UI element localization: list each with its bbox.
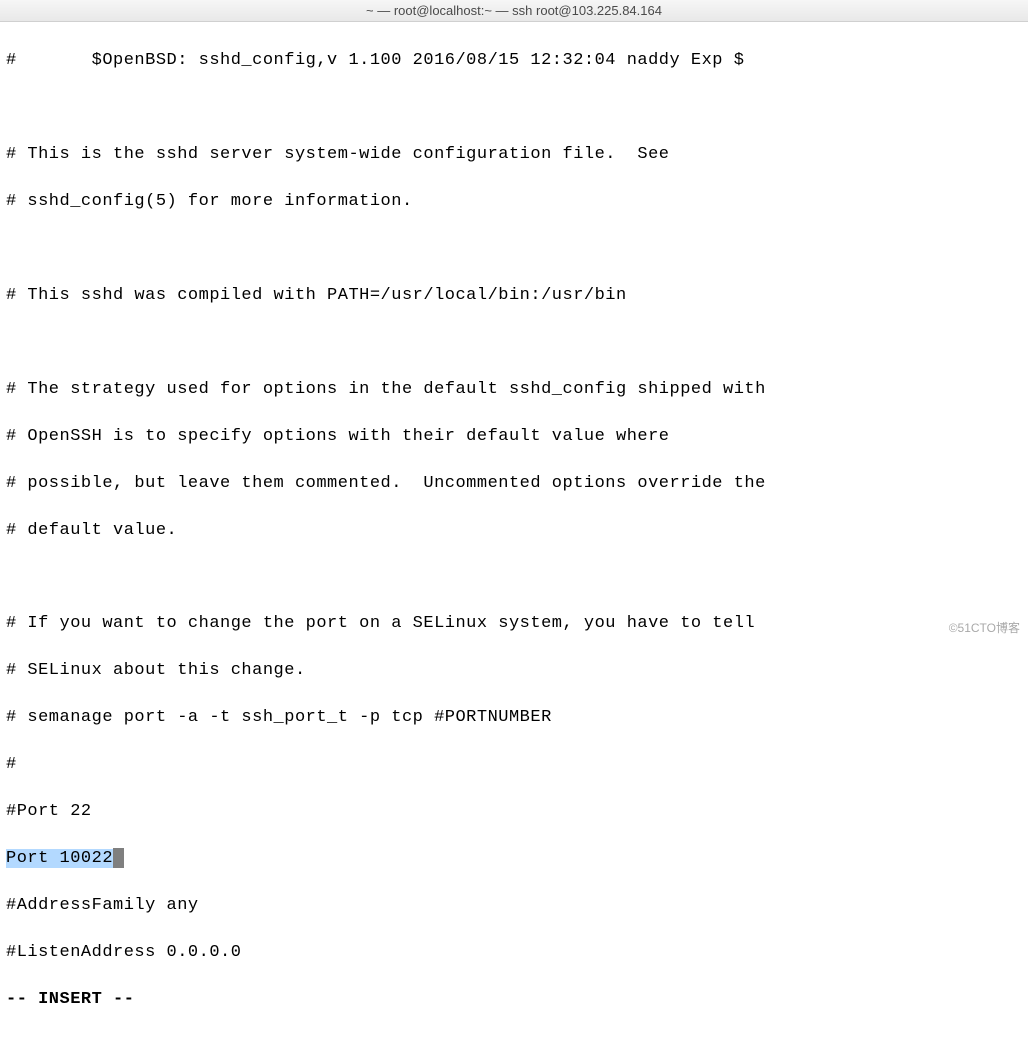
config-line-edited: Port 10022 — [6, 847, 1022, 870]
watermark: ©51CTO博客 — [949, 619, 1020, 636]
vim-mode-status: -- INSERT -- — [6, 988, 1022, 1011]
config-line: # SELinux about this change. — [6, 659, 1022, 682]
config-line: #ListenAddress 0.0.0.0 — [6, 941, 1022, 964]
config-line: # OpenSSH is to specify options with the… — [6, 425, 1022, 448]
config-line — [6, 331, 1022, 354]
terminal-viewport[interactable]: # $OpenBSD: sshd_config,v 1.100 2016/08/… — [0, 22, 1028, 1038]
config-line — [6, 237, 1022, 260]
window-title: ~ — root@localhost:~ — ssh root@103.225.… — [366, 3, 662, 18]
text-cursor — [113, 848, 124, 868]
config-line — [6, 96, 1022, 119]
config-line: # — [6, 753, 1022, 776]
config-line: # If you want to change the port on a SE… — [6, 612, 1022, 635]
config-line: # This sshd was compiled with PATH=/usr/… — [6, 284, 1022, 307]
selected-text: Port 10022 — [6, 849, 113, 868]
config-line: # semanage port -a -t ssh_port_t -p tcp … — [6, 706, 1022, 729]
config-line: #Port 22 — [6, 800, 1022, 823]
config-line: # sshd_config(5) for more information. — [6, 190, 1022, 213]
config-line: # possible, but leave them commented. Un… — [6, 472, 1022, 495]
config-line: # This is the sshd server system-wide co… — [6, 143, 1022, 166]
config-line: #AddressFamily any — [6, 894, 1022, 917]
config-line: # $OpenBSD: sshd_config,v 1.100 2016/08/… — [6, 49, 1022, 72]
config-line: # default value. — [6, 519, 1022, 542]
config-line: # The strategy used for options in the d… — [6, 378, 1022, 401]
config-line — [6, 565, 1022, 588]
window-title-bar: ~ — root@localhost:~ — ssh root@103.225.… — [0, 0, 1028, 22]
